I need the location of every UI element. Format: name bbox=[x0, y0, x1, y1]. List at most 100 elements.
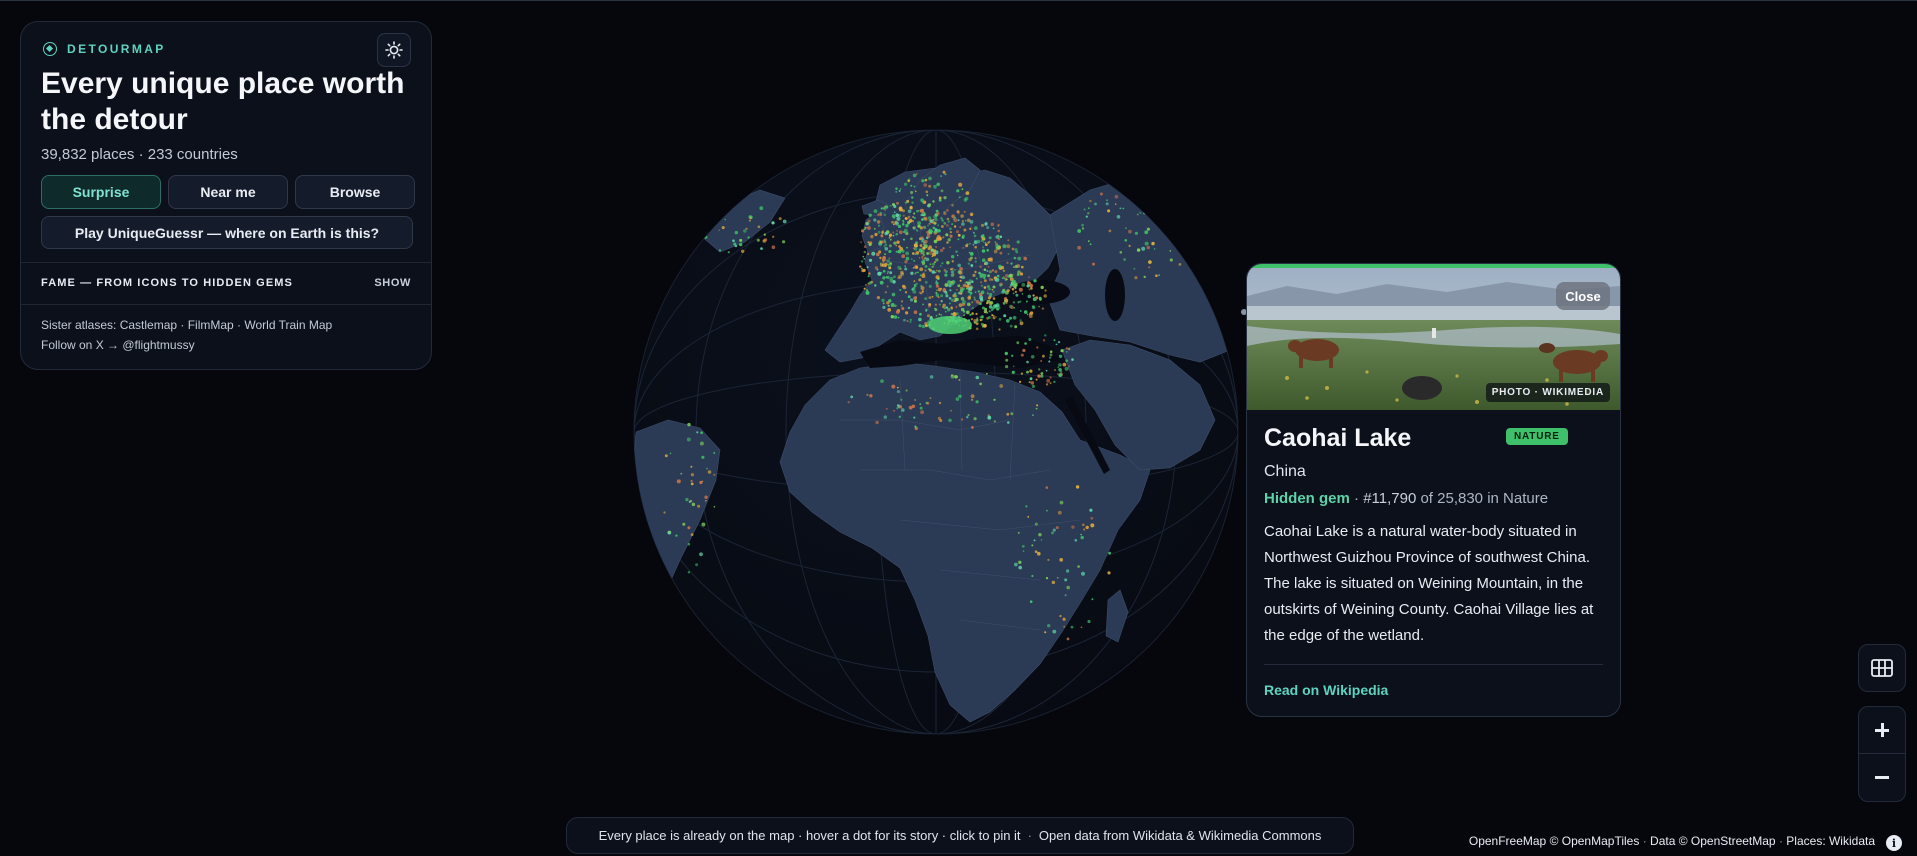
place-dot[interactable] bbox=[1016, 273, 1020, 276]
place-dot[interactable] bbox=[1042, 354, 1045, 358]
place-dot[interactable] bbox=[1114, 203, 1117, 205]
place-dot[interactable] bbox=[910, 184, 913, 187]
place-dot[interactable] bbox=[1090, 523, 1095, 528]
place-dot[interactable] bbox=[904, 217, 908, 220]
place-dot[interactable] bbox=[1005, 358, 1009, 362]
place-dot[interactable] bbox=[1030, 287, 1033, 290]
place-dot[interactable] bbox=[1178, 219, 1182, 222]
place-dot[interactable] bbox=[973, 296, 976, 299]
place-dot[interactable] bbox=[904, 201, 908, 204]
place-dot[interactable] bbox=[919, 267, 924, 272]
place-dot[interactable] bbox=[924, 297, 927, 300]
place-dot[interactable] bbox=[951, 223, 954, 226]
place-dot[interactable] bbox=[932, 226, 936, 230]
place-dot[interactable] bbox=[763, 233, 766, 236]
place-dot[interactable] bbox=[1056, 576, 1059, 579]
place-dot[interactable] bbox=[664, 454, 668, 458]
place-dot[interactable] bbox=[862, 255, 865, 258]
place-dot[interactable] bbox=[898, 405, 903, 409]
place-dot[interactable] bbox=[879, 241, 882, 244]
place-dot[interactable] bbox=[884, 231, 888, 236]
place-dot[interactable] bbox=[687, 422, 691, 427]
place-dot[interactable] bbox=[1128, 229, 1132, 234]
place-dot[interactable] bbox=[975, 300, 980, 304]
place-dot[interactable] bbox=[905, 251, 909, 256]
place-dot[interactable] bbox=[1019, 380, 1022, 383]
place-dot[interactable] bbox=[874, 266, 878, 270]
place-dot[interactable] bbox=[749, 217, 752, 220]
place-dot[interactable] bbox=[940, 217, 943, 220]
place-dot[interactable] bbox=[970, 264, 974, 267]
place-dot[interactable] bbox=[1036, 404, 1039, 407]
place-dot[interactable] bbox=[700, 222, 704, 227]
place-dot[interactable] bbox=[951, 267, 954, 271]
place-dot[interactable] bbox=[867, 275, 870, 278]
place-dot[interactable] bbox=[896, 240, 900, 244]
place-dot[interactable] bbox=[1106, 199, 1108, 202]
follow-link[interactable]: Follow on X → @flightmussy bbox=[41, 338, 195, 352]
place-dot[interactable] bbox=[1146, 227, 1150, 231]
place-dot[interactable] bbox=[959, 267, 963, 271]
place-dot[interactable] bbox=[1018, 560, 1022, 564]
place-dot[interactable] bbox=[909, 321, 912, 323]
place-dot[interactable] bbox=[940, 300, 943, 302]
place-dot[interactable] bbox=[687, 542, 691, 546]
place-dot[interactable] bbox=[898, 190, 901, 192]
place-dot[interactable] bbox=[886, 285, 889, 288]
place-dot[interactable] bbox=[958, 379, 961, 381]
place-dot[interactable] bbox=[935, 269, 938, 272]
place-dot[interactable] bbox=[723, 210, 727, 214]
place-dot[interactable] bbox=[883, 245, 886, 248]
place-dot[interactable] bbox=[973, 298, 977, 301]
place-dot[interactable] bbox=[1038, 368, 1041, 371]
place-dot[interactable] bbox=[982, 246, 985, 249]
place-dot[interactable] bbox=[1201, 263, 1205, 266]
place-dot[interactable] bbox=[960, 289, 964, 293]
place-dot[interactable] bbox=[917, 221, 922, 226]
place-dot[interactable] bbox=[951, 260, 954, 263]
place-dot[interactable] bbox=[1220, 233, 1224, 237]
place-dot[interactable] bbox=[938, 313, 941, 316]
place-dot[interactable] bbox=[941, 219, 944, 222]
place-dot[interactable] bbox=[996, 307, 1000, 311]
place-dot[interactable] bbox=[1148, 187, 1153, 191]
place-dot[interactable] bbox=[957, 292, 960, 295]
place-dot[interactable] bbox=[998, 264, 1002, 269]
place-dot[interactable] bbox=[734, 230, 738, 235]
place-dot[interactable] bbox=[979, 265, 982, 269]
place-dot[interactable] bbox=[954, 375, 958, 379]
place-dot[interactable] bbox=[1029, 377, 1033, 381]
place-dot[interactable] bbox=[1006, 289, 1010, 293]
place-dot[interactable] bbox=[1044, 334, 1047, 337]
place-dot[interactable] bbox=[955, 230, 960, 234]
place-dot[interactable] bbox=[901, 223, 905, 226]
place-dot[interactable] bbox=[902, 221, 905, 223]
place-dot[interactable] bbox=[876, 220, 881, 224]
place-dot[interactable] bbox=[970, 318, 974, 321]
place-dot[interactable] bbox=[918, 257, 921, 259]
place-dot[interactable] bbox=[961, 188, 964, 191]
place-dot[interactable] bbox=[879, 280, 884, 285]
place-dot[interactable] bbox=[1005, 301, 1008, 305]
place-dot[interactable] bbox=[860, 241, 862, 244]
place-dot[interactable] bbox=[984, 279, 987, 282]
place-dot[interactable] bbox=[1136, 213, 1139, 216]
place-dot[interactable] bbox=[870, 280, 874, 284]
place-dot[interactable] bbox=[782, 240, 786, 244]
place-dot[interactable] bbox=[973, 226, 978, 231]
place-dot[interactable] bbox=[945, 233, 949, 237]
place-dot[interactable] bbox=[937, 229, 941, 233]
place-dot[interactable] bbox=[940, 313, 943, 316]
place-dot[interactable] bbox=[1024, 342, 1027, 345]
place-dot[interactable] bbox=[1169, 195, 1173, 199]
place-dot[interactable] bbox=[961, 222, 965, 226]
place-dot[interactable] bbox=[949, 231, 952, 234]
place-dot[interactable] bbox=[900, 304, 903, 307]
place-dot[interactable] bbox=[706, 467, 708, 470]
place-dot[interactable] bbox=[959, 226, 962, 229]
place-dot[interactable] bbox=[931, 270, 936, 274]
place-dot[interactable] bbox=[932, 218, 935, 221]
place-dot[interactable] bbox=[1108, 551, 1111, 555]
place-dot[interactable] bbox=[1019, 319, 1022, 322]
place-dot[interactable] bbox=[1219, 219, 1222, 222]
